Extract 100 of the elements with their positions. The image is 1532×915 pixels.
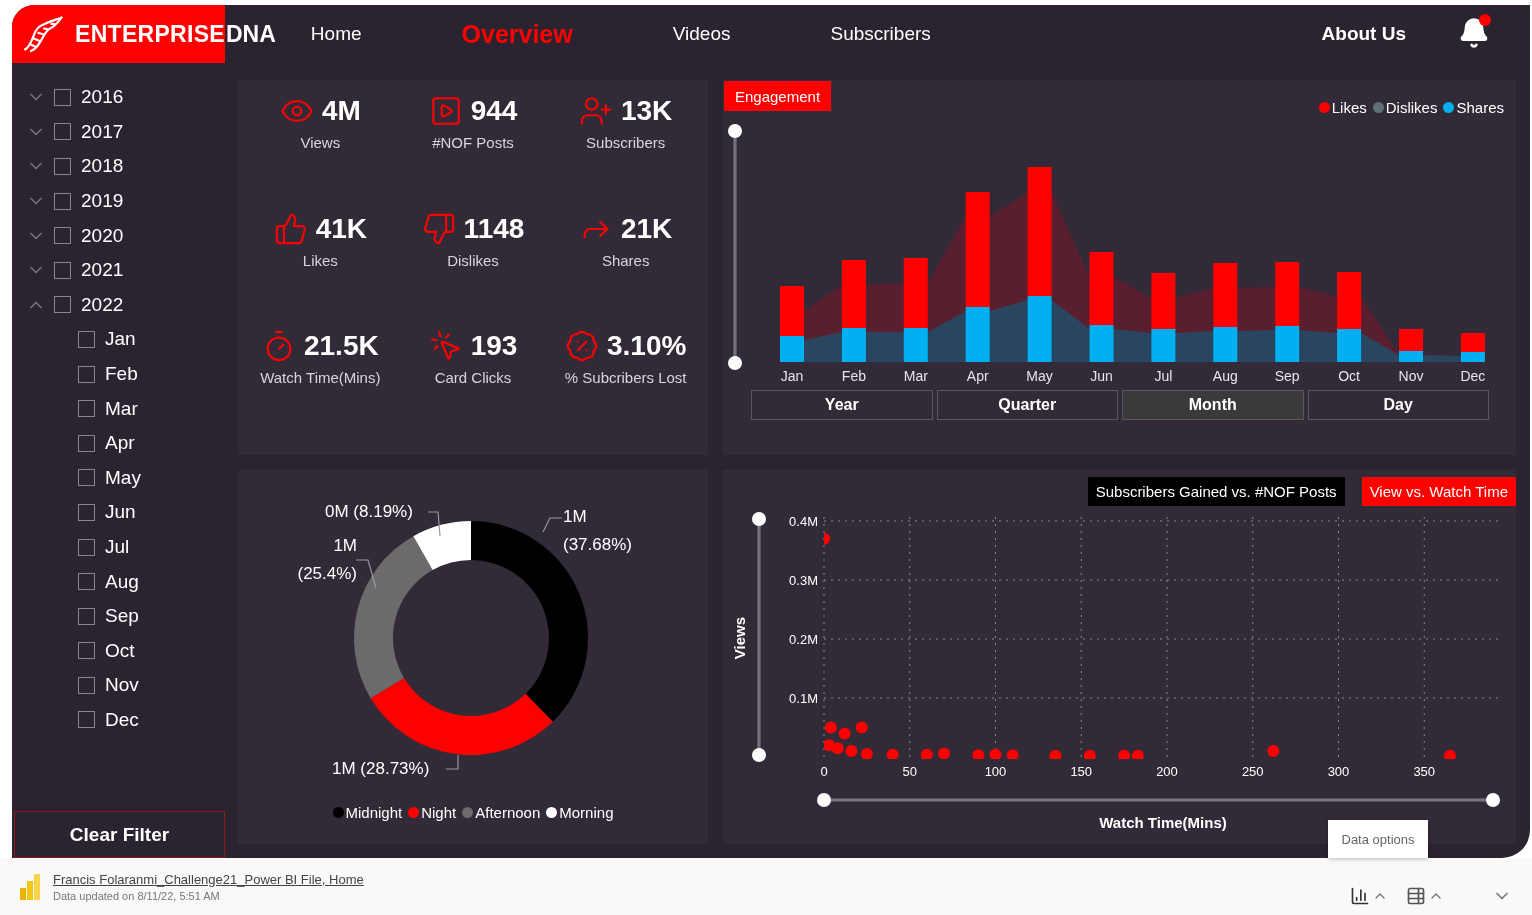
tick-label: 0.1M (789, 690, 818, 706)
nav-link[interactable]: Home (310, 23, 362, 45)
percent-badge-icon (564, 329, 599, 363)
checkbox[interactable] (78, 711, 95, 729)
checkbox[interactable] (78, 330, 95, 348)
month-label: Aug (1212, 368, 1238, 384)
legend-label: Night (421, 803, 457, 821)
kpi-value: 21.5K (303, 330, 379, 362)
range-slider[interactable] (752, 511, 766, 762)
notification-button[interactable] (1458, 17, 1492, 51)
checkbox[interactable] (78, 365, 95, 383)
legend-label: Dislikes (1385, 99, 1438, 116)
thumbs-up-icon (273, 211, 308, 246)
checkbox[interactable] (54, 192, 71, 210)
data-point (824, 738, 836, 751)
kpi-value: 944 (470, 95, 518, 127)
axis-title: Watch Time(Mins) (1099, 813, 1227, 831)
data-point (886, 748, 899, 759)
month-label: Oct (1338, 368, 1360, 384)
bar-chart-icon[interactable] (1350, 885, 1370, 906)
month-label: Nov (105, 674, 139, 697)
tooltip: Data options (1328, 820, 1428, 858)
data-point (1083, 749, 1096, 759)
shares-bar (1275, 326, 1300, 362)
tick-label: 100 (984, 763, 1007, 779)
checkbox[interactable] (54, 261, 71, 279)
leader-line (355, 558, 377, 589)
month-label: Aug (105, 570, 139, 593)
kpi-value: 21K (620, 212, 673, 245)
shares-bar (1089, 325, 1114, 362)
tick-label: 0 (820, 763, 828, 779)
checkbox[interactable] (78, 607, 95, 625)
shares-bar (965, 307, 990, 362)
tick-label: 0.2M (789, 631, 818, 647)
updated-text: Data updated on 8/11/22, 5:51 AM (53, 889, 221, 902)
range-slider[interactable] (817, 792, 1500, 807)
checkbox[interactable] (54, 158, 71, 175)
checkbox[interactable] (54, 227, 71, 245)
pointer-click-icon (428, 329, 463, 363)
data-point (920, 748, 933, 759)
nav-link[interactable]: Overview (461, 19, 573, 49)
nav-link[interactable]: About Us (1321, 23, 1406, 45)
shares-bar (903, 328, 928, 362)
checkbox[interactable] (54, 88, 71, 106)
checkbox[interactable] (78, 434, 95, 452)
checkbox[interactable] (78, 503, 95, 521)
shares-bar (1460, 352, 1485, 362)
year-label: 2016 (81, 86, 124, 109)
data-point (1131, 749, 1144, 759)
clear-filter-button[interactable]: Clear Filter (14, 811, 225, 858)
nav-link[interactable]: Subscribers (830, 23, 931, 45)
checkbox[interactable] (54, 296, 71, 314)
month-label: Feb (105, 363, 138, 386)
legend-label: Midnight (345, 803, 403, 821)
month-label: Jan (780, 368, 804, 384)
checkbox[interactable] (78, 400, 95, 418)
period-button[interactable]: Year (751, 390, 933, 420)
checkbox[interactable] (78, 469, 95, 487)
data-point (845, 744, 858, 757)
chart-tab[interactable]: Subscribers Gained vs. #NOF Posts (1087, 476, 1345, 506)
thumbs-down-icon (421, 211, 456, 246)
checkbox[interactable] (54, 123, 71, 141)
legend-label: Shares (1456, 99, 1504, 116)
data-point (972, 748, 985, 759)
data-point (860, 747, 873, 759)
tick-label: 300 (1327, 763, 1350, 779)
shares-bar (841, 328, 866, 362)
period-button[interactable]: Quarter (936, 390, 1118, 420)
slice-label: 1M (25.4%) (296, 534, 357, 585)
shares-bar (1399, 351, 1423, 362)
month-label: Oct (105, 639, 135, 662)
kpi-label: % Subcribers Lost (564, 369, 687, 386)
month-label: Apr (966, 368, 989, 384)
period-button[interactable]: Month (1122, 390, 1304, 420)
table-icon[interactable] (1406, 885, 1426, 906)
period-button[interactable]: Day (1307, 390, 1489, 420)
nav-link[interactable]: Videos (672, 23, 731, 45)
kpi-label: Dislikes (447, 251, 499, 269)
year-label: 2019 (81, 190, 124, 213)
checkbox[interactable] (78, 573, 95, 591)
slice-label: 0M (8.19%) (325, 500, 414, 523)
month-label: May (1026, 368, 1053, 384)
month-label: Jul (105, 536, 130, 558)
kpi-value: 41K (315, 212, 367, 245)
file-link[interactable]: Francis Folaranmi_Challenge21_Power BI File, Home (53, 871, 364, 887)
likes-bar (1399, 329, 1423, 351)
slice-label: 1M (37.68%) (563, 505, 633, 556)
data-point (1267, 744, 1280, 757)
tick-label: 150 (1070, 763, 1093, 779)
leader-line (427, 510, 441, 537)
checkbox[interactable] (78, 642, 95, 660)
data-point (989, 748, 1002, 759)
month-label: Jun (105, 501, 136, 524)
leader-line (542, 516, 563, 533)
chart-tab[interactable]: View vs. Watch Time (1361, 476, 1516, 506)
likes-bar (903, 258, 928, 328)
chart-title: Engagement (724, 81, 832, 111)
checkbox[interactable] (78, 538, 95, 556)
likes-bar (1213, 263, 1238, 327)
checkbox[interactable] (78, 676, 95, 694)
